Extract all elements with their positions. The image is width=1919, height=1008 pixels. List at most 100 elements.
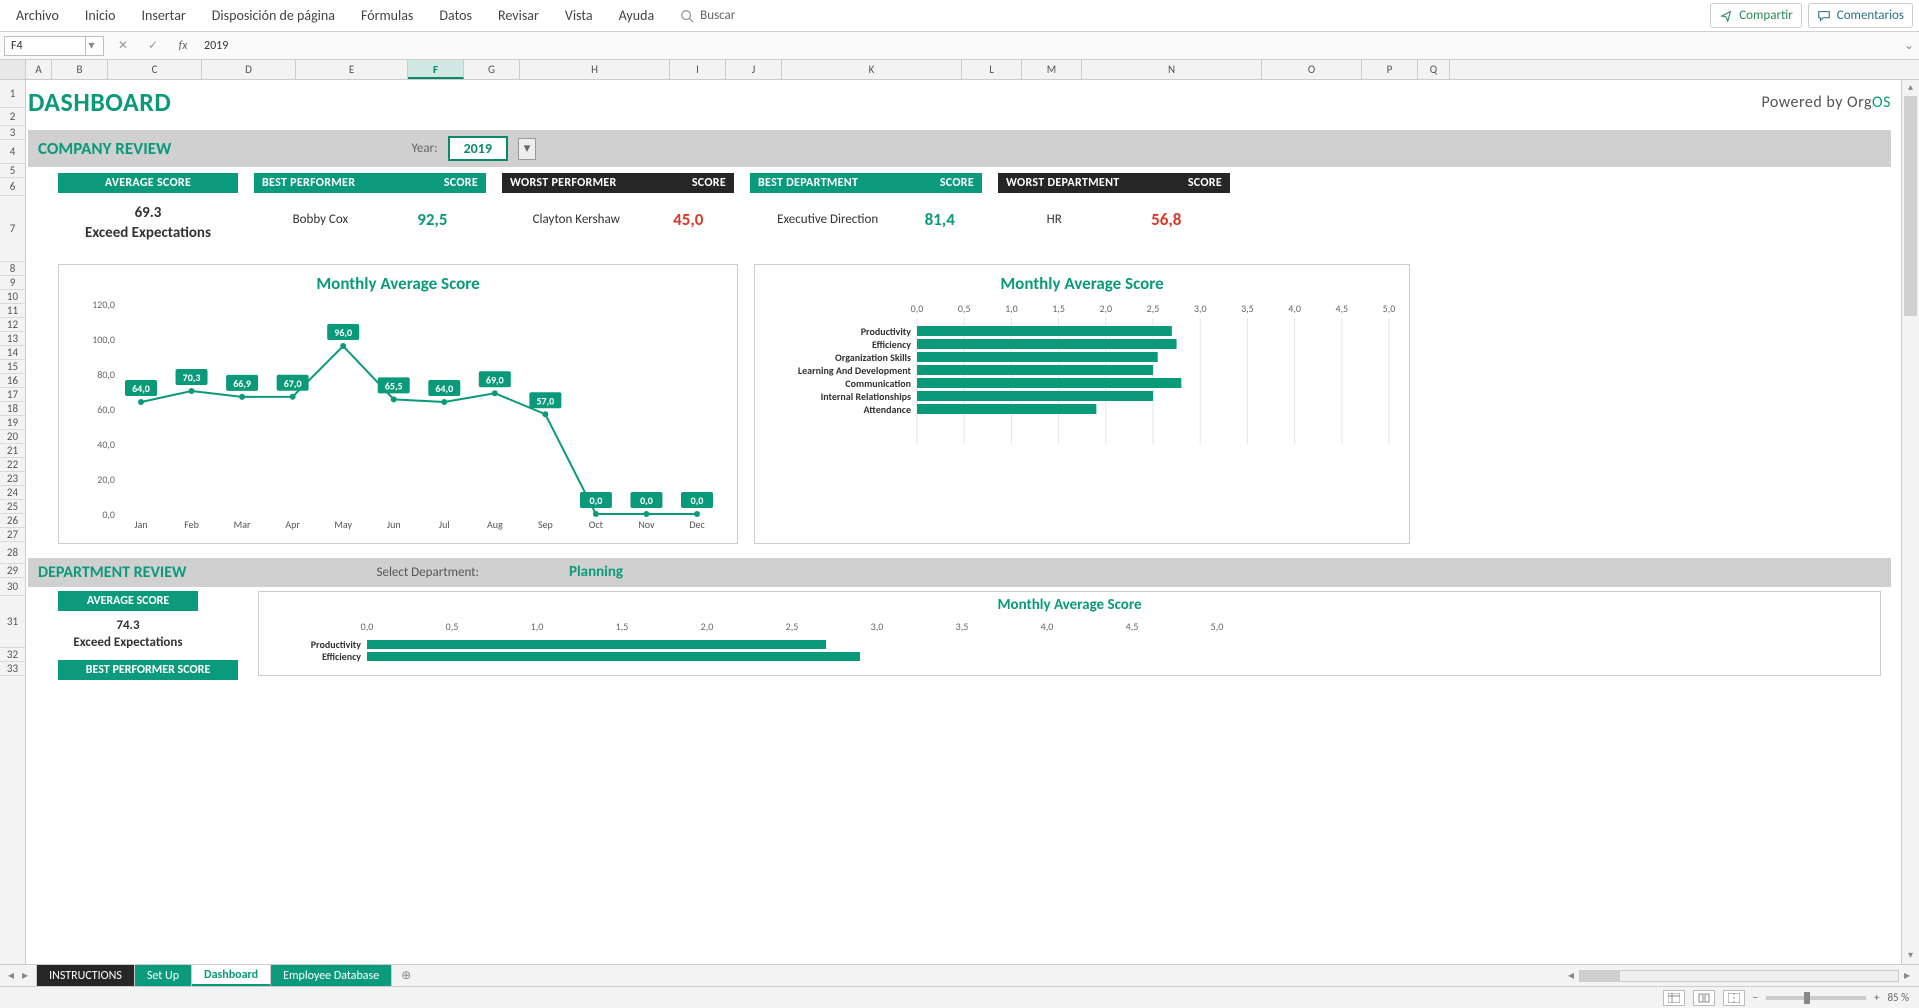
col-header-N[interactable]: N [1082, 60, 1262, 79]
col-header-D[interactable]: D [202, 60, 296, 79]
year-dropdown-icon[interactable]: ▾ [518, 138, 536, 160]
menu-formulas[interactable]: Fórmulas [351, 1, 423, 30]
row-header-22[interactable]: 22 [0, 458, 25, 472]
scroll-down-icon[interactable]: ▾ [1902, 948, 1919, 964]
expand-formula-icon[interactable]: ⌄ [1899, 38, 1919, 53]
row-header-16[interactable]: 16 [0, 374, 25, 388]
select-all-corner[interactable] [0, 60, 26, 79]
hscroll-thumb[interactable] [1580, 971, 1620, 981]
col-header-J[interactable]: J [726, 60, 782, 79]
row-header-3[interactable]: 3 [0, 126, 25, 140]
row-header-20[interactable]: 20 [0, 430, 25, 444]
row-header-8[interactable]: 8 [0, 262, 25, 276]
zoom-slider[interactable] [1766, 996, 1866, 1000]
svg-text:Sep: Sep [538, 518, 553, 531]
row-header-14[interactable]: 14 [0, 346, 25, 360]
year-value[interactable]: 2019 [448, 136, 508, 161]
comments-button[interactable]: Comentarios [1808, 3, 1913, 28]
row-header-17[interactable]: 17 [0, 388, 25, 402]
row-header-31[interactable]: 31 [0, 596, 25, 648]
col-header-C[interactable]: C [108, 60, 202, 79]
name-box[interactable]: F4 ▾ [4, 36, 104, 56]
zoom-out-icon[interactable]: − [1753, 991, 1758, 1004]
menu-inicio[interactable]: Inicio [75, 1, 126, 30]
view-layout-icon[interactable] [1693, 990, 1715, 1006]
svg-text:64,0: 64,0 [132, 382, 150, 395]
menu-vista[interactable]: Vista [555, 1, 603, 30]
menu-archivo[interactable]: Archivo [6, 1, 69, 30]
row-header-33[interactable]: 33 [0, 662, 25, 676]
row-header-11[interactable]: 11 [0, 304, 25, 318]
menu-disposicion[interactable]: Disposición de página [202, 1, 345, 30]
row-header-7[interactable]: 7 [0, 196, 25, 262]
row-header-32[interactable]: 32 [0, 648, 25, 662]
col-header-P[interactable]: P [1362, 60, 1418, 79]
scroll-right-icon[interactable]: ▸ [1899, 968, 1915, 983]
scroll-up-icon[interactable]: ▴ [1902, 80, 1919, 96]
tab-nav[interactable]: ◂▸ [0, 965, 37, 986]
row-header-9[interactable]: 9 [0, 276, 25, 290]
col-header-M[interactable]: M [1022, 60, 1082, 79]
dept-bar-chart: Monthly Average Score 0,00,51,01,52,02,5… [258, 591, 1881, 676]
row-header-28[interactable]: 28 [0, 542, 25, 564]
row-header-5[interactable]: 5 [0, 164, 25, 178]
col-header-A[interactable]: A [26, 60, 52, 79]
menu-ayuda[interactable]: Ayuda [609, 1, 665, 30]
row-header-24[interactable]: 24 [0, 486, 25, 500]
row-header-21[interactable]: 21 [0, 444, 25, 458]
row-header-30[interactable]: 30 [0, 578, 25, 596]
tab-instructions[interactable]: INSTRUCTIONS [37, 965, 135, 986]
row-header-1[interactable]: 1 [0, 80, 25, 108]
tab-set-up[interactable]: Set Up [135, 965, 192, 986]
fx-icon[interactable]: fx [168, 39, 198, 53]
row-header-2[interactable]: 2 [0, 108, 25, 126]
row-header-6[interactable]: 6 [0, 178, 25, 196]
row-header-15[interactable]: 15 [0, 360, 25, 374]
row-header-10[interactable]: 10 [0, 290, 25, 304]
row-header-18[interactable]: 18 [0, 402, 25, 416]
view-normal-icon[interactable] [1663, 990, 1685, 1006]
zoom-value[interactable]: 85 % [1887, 991, 1909, 1004]
col-header-F[interactable]: F [408, 60, 464, 79]
formula-input[interactable]: 2019 [198, 37, 1899, 55]
cancel-icon[interactable]: ✕ [108, 38, 138, 53]
row-header-4[interactable]: 4 [0, 140, 25, 164]
scroll-left-icon[interactable]: ◂ [1563, 968, 1579, 983]
sheet-canvas[interactable]: DASHBOARD Powered by OrgOS COMPANY REVIE… [26, 80, 1901, 964]
horizontal-scrollbar[interactable]: ◂ ▸ [1559, 965, 1919, 986]
menu-insertar[interactable]: Insertar [131, 1, 195, 30]
add-sheet-button[interactable]: ⊕ [392, 965, 420, 986]
row-header-25[interactable]: 25 [0, 500, 25, 514]
row-header-12[interactable]: 12 [0, 318, 25, 332]
svg-text:0,0: 0,0 [640, 494, 653, 507]
col-header-E[interactable]: E [296, 60, 408, 79]
col-header-I[interactable]: I [670, 60, 726, 79]
row-header-26[interactable]: 26 [0, 514, 25, 528]
row-header-13[interactable]: 13 [0, 332, 25, 346]
view-pagebreak-icon[interactable] [1723, 990, 1745, 1006]
col-header-K[interactable]: K [782, 60, 962, 79]
zoom-in-icon[interactable]: + [1874, 991, 1879, 1004]
selected-dept[interactable]: Planning [569, 563, 623, 581]
row-header-23[interactable]: 23 [0, 472, 25, 486]
vertical-scrollbar[interactable]: ▴ ▾ [1901, 80, 1919, 964]
chevron-down-icon[interactable]: ▾ [85, 36, 97, 56]
col-header-B[interactable]: B [52, 60, 108, 79]
menu-revisar[interactable]: Revisar [488, 1, 549, 30]
search-box[interactable]: Buscar [670, 8, 735, 23]
col-header-O[interactable]: O [1262, 60, 1362, 79]
row-header-27[interactable]: 27 [0, 528, 25, 542]
col-header-Q[interactable]: Q [1418, 60, 1450, 79]
tab-employee-database[interactable]: Employee Database [271, 965, 392, 986]
share-button[interactable]: Compartir [1710, 3, 1802, 28]
scrollbar-thumb[interactable] [1904, 96, 1917, 316]
confirm-icon[interactable]: ✓ [138, 38, 168, 53]
row-header-29[interactable]: 29 [0, 564, 25, 578]
tab-dashboard[interactable]: Dashboard [192, 965, 271, 986]
menu-datos[interactable]: Datos [429, 1, 482, 30]
svg-text:0,0: 0,0 [590, 494, 603, 507]
col-header-L[interactable]: L [962, 60, 1022, 79]
col-header-H[interactable]: H [520, 60, 670, 79]
col-header-G[interactable]: G [464, 60, 520, 79]
row-header-19[interactable]: 19 [0, 416, 25, 430]
